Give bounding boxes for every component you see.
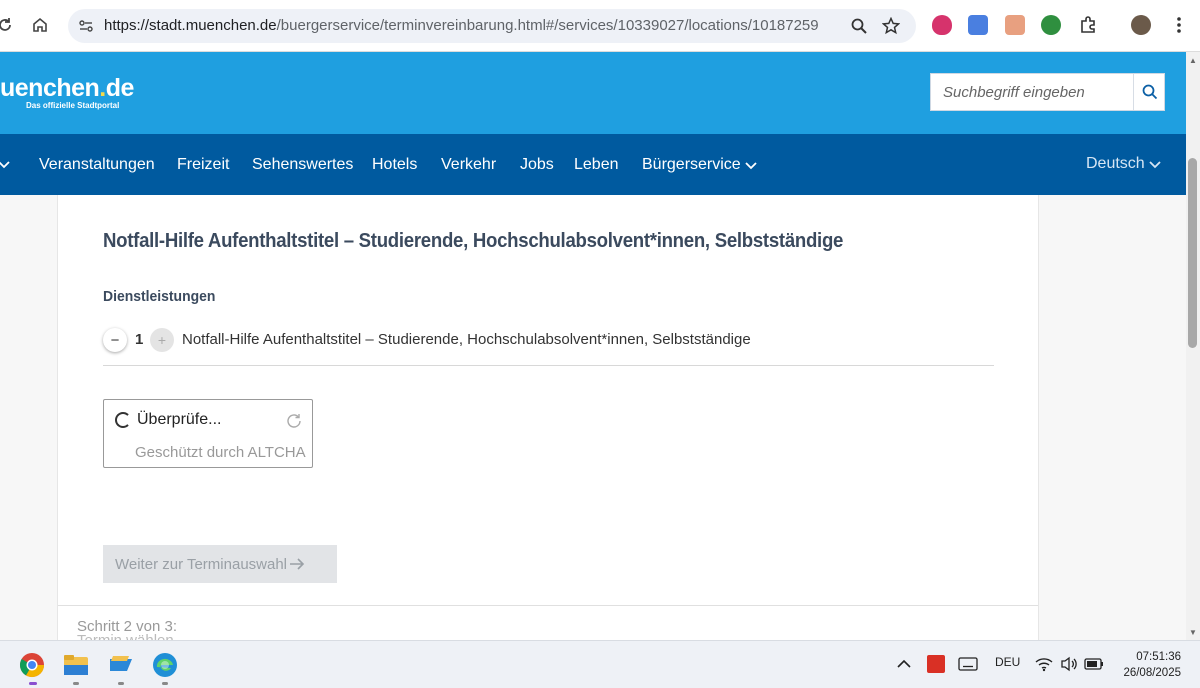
clock-time: 07:51:36 bbox=[1136, 651, 1181, 663]
loading-spinner-icon bbox=[115, 412, 131, 428]
nav-item-sehenswertes[interactable]: Sehenswertes bbox=[252, 156, 353, 174]
chevron-down-icon[interactable] bbox=[0, 160, 10, 170]
address-bar[interactable]: https://stadt.muenchen.de/buergerservice… bbox=[68, 9, 916, 43]
scrollbar-thumb[interactable] bbox=[1188, 158, 1197, 348]
puzzle-extensions-icon[interactable] bbox=[1078, 15, 1098, 35]
bookmark-star-icon[interactable] bbox=[882, 17, 900, 35]
nav-item-verkehr[interactable]: Verkehr bbox=[441, 156, 496, 174]
service-row: − 1 + Notfall-Hilfe Aufenthaltstitel – S… bbox=[103, 328, 994, 366]
app-indicator bbox=[118, 682, 124, 685]
altcha-widget[interactable]: Überprüfe... Geschützt durch ALTCHA bbox=[103, 399, 313, 468]
chevron-down-icon[interactable] bbox=[1149, 160, 1161, 170]
site-search bbox=[930, 73, 1165, 111]
wifi-icon[interactable] bbox=[1035, 656, 1053, 672]
logo-text: uenchen bbox=[0, 74, 100, 102]
search-button[interactable] bbox=[1133, 74, 1165, 110]
site-logo[interactable]: uenchen.de bbox=[0, 74, 134, 103]
nav-item-buergerservice[interactable]: Bürgerservice bbox=[642, 156, 741, 174]
tray-app-icon[interactable] bbox=[927, 655, 945, 673]
increase-quantity-button[interactable]: + bbox=[150, 328, 174, 352]
zoom-icon[interactable] bbox=[850, 17, 868, 35]
chrome-icon[interactable] bbox=[18, 651, 46, 679]
battery-icon[interactable] bbox=[1084, 657, 1104, 671]
app-indicator bbox=[162, 682, 168, 685]
logo-suffix: de bbox=[105, 74, 135, 102]
service-quantity: 1 bbox=[135, 331, 144, 348]
url-path: /buergerservice/terminvereinbarung.html#… bbox=[276, 17, 819, 34]
target-extension-icon[interactable] bbox=[1041, 15, 1061, 35]
arrow-right-icon bbox=[290, 558, 305, 570]
more-menu-icon[interactable] bbox=[1168, 14, 1190, 36]
site-header: uenchen.de Das offizielle Stadtportal bbox=[0, 52, 1186, 134]
divider bbox=[58, 605, 1038, 606]
nav-item-hotels[interactable]: Hotels bbox=[372, 156, 417, 174]
keyboard-icon[interactable] bbox=[958, 657, 978, 671]
appointment-card: Notfall-Hilfe Aufenthaltstitel – Studier… bbox=[57, 195, 1039, 649]
captcha-provider-label: Geschützt durch ALTCHA bbox=[135, 444, 306, 461]
active-app-indicator bbox=[29, 682, 37, 685]
captcha-status: Überprüfe... bbox=[137, 411, 222, 428]
reload-icon[interactable] bbox=[0, 14, 16, 36]
ublock-extension-icon[interactable] bbox=[932, 15, 952, 35]
translate-extension-icon[interactable] bbox=[968, 15, 988, 35]
url-text[interactable]: https://stadt.muenchen.de/buergerservice… bbox=[104, 17, 819, 34]
section-title: Dienstleistungen bbox=[103, 288, 216, 305]
search-icon bbox=[1142, 84, 1157, 100]
url-host: https://stadt.muenchen.de bbox=[104, 17, 277, 34]
chevron-up-icon[interactable] bbox=[897, 659, 911, 669]
nav-item-freizeit[interactable]: Freizeit bbox=[177, 156, 229, 174]
app-icon[interactable] bbox=[107, 651, 135, 679]
main-navigation: Veranstaltungen Freizeit Sehenswertes Ho… bbox=[0, 134, 1186, 195]
refresh-icon[interactable] bbox=[285, 412, 303, 430]
extension-icon[interactable] bbox=[1005, 15, 1025, 35]
site-info-icon[interactable] bbox=[78, 18, 94, 34]
page-scrollbar[interactable]: ▲ ▼ bbox=[1186, 52, 1200, 640]
clock-date: 26/08/2025 bbox=[1123, 667, 1181, 679]
profile-avatar[interactable] bbox=[1131, 15, 1151, 35]
nav-item-leben[interactable]: Leben bbox=[574, 156, 619, 174]
volume-icon[interactable] bbox=[1060, 656, 1078, 672]
logo-tagline: Das offizielle Stadtportal bbox=[26, 101, 120, 110]
main-content: Notfall-Hilfe Aufenthaltstitel – Studier… bbox=[0, 195, 1186, 649]
decrease-quantity-button[interactable]: − bbox=[103, 328, 127, 352]
edge-icon[interactable] bbox=[151, 651, 179, 679]
scroll-down-icon[interactable]: ▼ bbox=[1189, 628, 1197, 637]
scroll-up-icon[interactable]: ▲ bbox=[1189, 56, 1197, 65]
page-title: Notfall-Hilfe Aufenthaltstitel – Studier… bbox=[103, 230, 844, 252]
windows-taskbar: DEU 07:51:36 26/08/2025 bbox=[0, 640, 1200, 688]
input-language[interactable]: DEU bbox=[995, 655, 1020, 669]
nav-item-veranstaltungen[interactable]: Veranstaltungen bbox=[39, 156, 155, 174]
app-indicator bbox=[73, 682, 79, 685]
system-clock[interactable]: 07:51:36 26/08/2025 bbox=[1115, 649, 1181, 681]
browser-toolbar: https://stadt.muenchen.de/buergerservice… bbox=[0, 0, 1200, 52]
chevron-down-icon[interactable] bbox=[745, 161, 757, 171]
next-button-label: Weiter zur Terminauswahl bbox=[115, 555, 288, 573]
next-to-appointment-button[interactable]: Weiter zur Terminauswahl bbox=[103, 545, 337, 583]
file-explorer-icon[interactable] bbox=[62, 651, 90, 679]
nav-item-jobs[interactable]: Jobs bbox=[520, 156, 554, 174]
service-name: Notfall-Hilfe Aufenthaltstitel – Studier… bbox=[182, 331, 751, 348]
search-input[interactable] bbox=[931, 74, 1133, 110]
language-selector[interactable]: Deutsch bbox=[1086, 155, 1145, 173]
home-icon[interactable] bbox=[29, 14, 51, 36]
